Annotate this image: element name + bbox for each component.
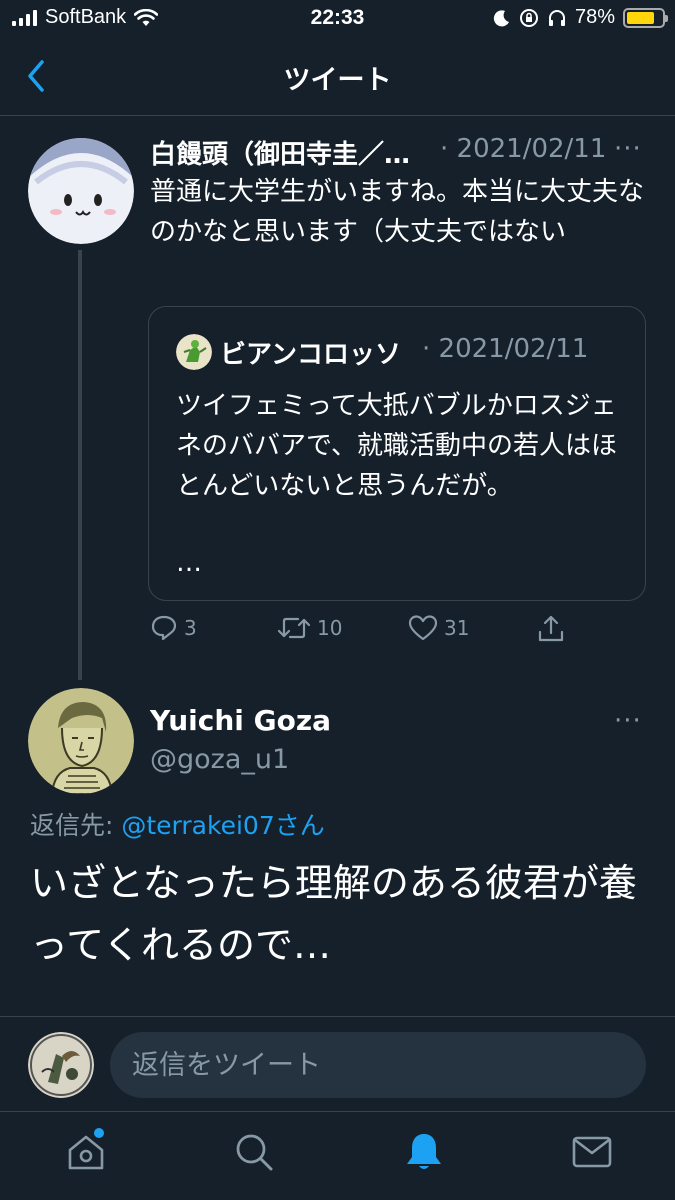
battery-icon bbox=[623, 7, 668, 28]
notifications-bell-icon[interactable] bbox=[402, 1130, 446, 1174]
heart-icon bbox=[408, 615, 438, 641]
more-options-icon[interactable]: ··· bbox=[614, 706, 642, 736]
share-action[interactable] bbox=[536, 614, 566, 644]
rotation-lock-icon bbox=[519, 8, 538, 27]
reply-mention-link[interactable]: @terrakei07さん bbox=[121, 811, 324, 840]
battery-percent: 78% bbox=[574, 6, 615, 28]
status-bar: SoftBank 22:33 78% bbox=[0, 0, 675, 40]
quote-date: · 2021/02/11 bbox=[422, 334, 589, 364]
reply-action[interactable]: 3 bbox=[150, 614, 197, 642]
author-name[interactable]: 白饅頭（御田寺圭／… bbox=[150, 134, 410, 171]
search-icon[interactable] bbox=[232, 1130, 276, 1174]
author-name[interactable]: Yuichi Goza bbox=[150, 704, 331, 737]
retweet-count: 10 bbox=[317, 616, 343, 640]
retweet-action[interactable]: 10 bbox=[277, 614, 342, 642]
battery-fill bbox=[627, 11, 654, 24]
thread-line bbox=[78, 250, 82, 680]
tweet-text: いざとなったら理解のある彼君が養ってくれるので… bbox=[30, 861, 637, 967]
author-handle[interactable]: @goza_u1 bbox=[150, 744, 289, 775]
more-options-icon[interactable]: ··· bbox=[614, 134, 642, 164]
avatar[interactable] bbox=[28, 688, 134, 794]
avatar[interactable] bbox=[28, 138, 134, 244]
tweet-date: · 2021/02/11 bbox=[440, 134, 607, 164]
status-right: 78% bbox=[493, 6, 668, 29]
reply-count: 3 bbox=[184, 616, 197, 640]
reply-input[interactable] bbox=[110, 1032, 646, 1098]
quote-ellipsis: … bbox=[176, 548, 202, 578]
new-content-dot bbox=[94, 1128, 104, 1138]
reply-to-prefix: 返信先: bbox=[30, 811, 122, 840]
quote-avatar bbox=[176, 334, 212, 370]
page-title: ツイート bbox=[283, 65, 392, 96]
quote-author-name: ビアンコロッソ bbox=[220, 340, 401, 370]
share-icon bbox=[538, 615, 564, 642]
reply-icon bbox=[151, 615, 177, 641]
like-count: 31 bbox=[444, 616, 470, 640]
reply-to-line: 返信先: @terrakei07さん bbox=[30, 806, 325, 842]
tweet-text: 普通に大学生がいますね。本当に大丈夫なのかなと思います（大丈夫ではない bbox=[150, 177, 645, 247]
header: ツイート bbox=[0, 40, 675, 116]
like-action[interactable]: 31 bbox=[408, 614, 469, 642]
retweet-icon bbox=[277, 617, 311, 639]
quote-text: ツイフェミって大抵バブルかロスジェネのババアで、就職活動中の若人はほとんどいない… bbox=[176, 391, 617, 501]
moon-icon bbox=[493, 9, 509, 26]
messages-envelope-icon[interactable] bbox=[570, 1130, 614, 1174]
my-avatar[interactable] bbox=[28, 1032, 94, 1098]
headphones-icon bbox=[548, 9, 565, 26]
